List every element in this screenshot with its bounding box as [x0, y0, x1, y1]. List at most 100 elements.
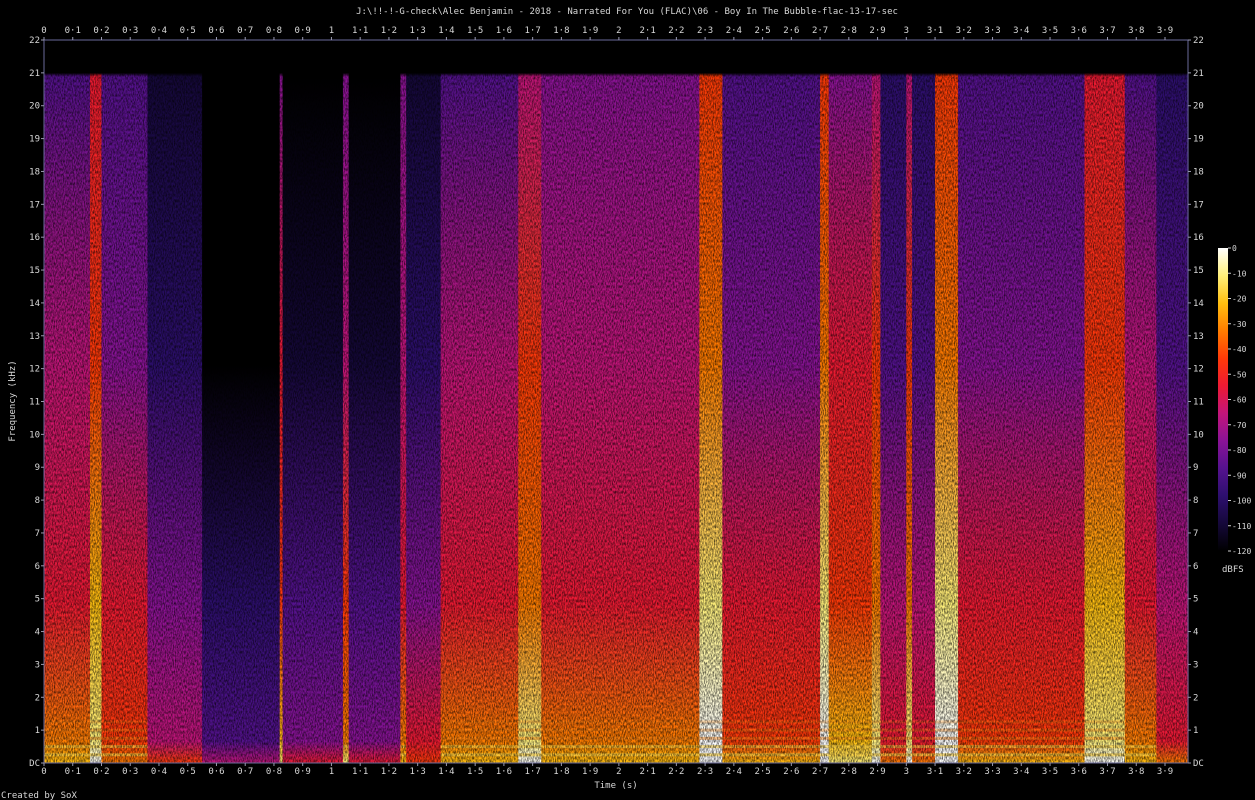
- y-tick-label: DC: [29, 759, 40, 769]
- x-tick-label: 3·7: [1099, 26, 1115, 36]
- x-tick-label: 3·5: [1042, 26, 1058, 36]
- colorbar-tick-label: -30: [1232, 320, 1247, 329]
- colorbar: 0 -10 -20 -30 -40 -50 -60 -70 -80 -90 -100 -110 -120…: [1218, 244, 1251, 575]
- x-tick-label: 0: [41, 26, 46, 36]
- colorbar-tick-label: -10: [1232, 269, 1247, 278]
- x-tick-label: 0·9: [295, 26, 311, 36]
- y-tick-label: 7: [1193, 529, 1198, 539]
- y-axis-label: Frequency (kHz): [8, 360, 18, 441]
- x-tick-label: 3·9: [1157, 26, 1173, 36]
- x-tick-label: 1·8: [553, 26, 569, 36]
- colorbar-tick-label: -70: [1232, 421, 1247, 430]
- colorbar-tick-label: -50: [1232, 370, 1247, 379]
- x-tick-label: 1·3: [410, 26, 426, 36]
- x-tick-label: 0·8: [266, 26, 282, 36]
- colorbar-gradient: [1218, 248, 1228, 551]
- x-tick-label: 1·8: [553, 767, 569, 777]
- x-tick-label: 2·5: [754, 767, 770, 777]
- x-tick-label: 0·6: [208, 767, 224, 777]
- x-tick-label: 3·2: [956, 26, 972, 36]
- x-tick-label: 1·2: [381, 767, 397, 777]
- x-tick-label: 1·1: [352, 26, 368, 36]
- x-tick-label: 1·3: [410, 767, 426, 777]
- x-tick-label: 0·1: [65, 767, 81, 777]
- y-tick-label: 21: [29, 69, 40, 79]
- y-tick-label: 1: [1193, 726, 1198, 736]
- x-tick-label: 3·4: [1013, 767, 1029, 777]
- x-tick-label: 3·6: [1071, 767, 1087, 777]
- x-tick-label: 1·7: [525, 767, 541, 777]
- x-tick-label: 2·4: [726, 26, 742, 36]
- y-tick-label: 12: [29, 365, 40, 375]
- x-tick-label: 2·9: [869, 767, 885, 777]
- x-tick-label: 3·2: [956, 767, 972, 777]
- y-tick-label: 18: [1193, 167, 1204, 177]
- x-tick-label: 3: [904, 767, 909, 777]
- y-tick-label: 5: [1193, 595, 1198, 605]
- y-tick-label: 22: [29, 36, 40, 46]
- x-tick-label: 0·8: [266, 767, 282, 777]
- y-tick-label: 17: [29, 200, 40, 210]
- footer-credit: Created by SoX: [1, 791, 77, 800]
- x-tick-label: 1·6: [496, 767, 512, 777]
- colorbar-tick-label: -40: [1232, 345, 1247, 354]
- x-tick-label: 3·8: [1128, 26, 1144, 36]
- y-tick-label: 14: [1193, 299, 1204, 309]
- x-tick-label: 0·3: [122, 26, 138, 36]
- colorbar-tick-label: -110: [1232, 522, 1251, 531]
- y-tick-label: 19: [29, 135, 40, 145]
- y-tick-label: 9: [1193, 463, 1198, 473]
- y-tick-label: 4: [35, 628, 40, 638]
- y-tick-label: 21: [1193, 69, 1204, 79]
- x-tick-label: 1: [329, 26, 334, 36]
- x-tick-label: 0·3: [122, 767, 138, 777]
- x-tick-label: 2·8: [841, 767, 857, 777]
- colorbar-tick-label: -80: [1232, 446, 1247, 455]
- y-tick-label: 10: [29, 430, 40, 440]
- x-tick-label: 3·3: [984, 26, 1000, 36]
- y-tick-label: 4: [1193, 628, 1198, 638]
- x-tick-label: 3·1: [927, 26, 943, 36]
- x-axis-label: Time (s): [594, 781, 637, 791]
- chart-title: J:\!!-!-G-check\Alec Benjamin - 2018 - N…: [356, 7, 898, 17]
- x-tick-label: 1·4: [438, 767, 454, 777]
- colorbar-tick-label: -120: [1232, 547, 1251, 556]
- x-tick-label: 1·1: [352, 767, 368, 777]
- x-tick-label: 3·5: [1042, 767, 1058, 777]
- x-tick-label: 1·4: [438, 26, 454, 36]
- x-tick-label: 1·5: [467, 767, 483, 777]
- x-tick-label: 2·6: [783, 767, 799, 777]
- colorbar-label: dBFS: [1222, 565, 1244, 575]
- y-tick-label: 9: [35, 463, 40, 473]
- x-tick-label: 0·5: [180, 26, 196, 36]
- colorbar-tick-label: -20: [1232, 295, 1247, 304]
- x-tick-label: 3·9: [1157, 767, 1173, 777]
- y-tick-label: 2: [1193, 693, 1198, 703]
- y-tick-label: 3: [1193, 660, 1198, 670]
- x-tick-label: 0·1: [65, 26, 81, 36]
- x-tick-label: 2·1: [639, 767, 655, 777]
- colorbar-tick-label: -60: [1232, 396, 1247, 405]
- x-tick-label: 0·5: [180, 767, 196, 777]
- y-tick-label: 5: [35, 595, 40, 605]
- y-tick-label: 12: [1193, 365, 1204, 375]
- x-tick-label: 2·7: [812, 26, 828, 36]
- x-tick-label: 3·6: [1071, 26, 1087, 36]
- y-tick-label: 18: [29, 167, 40, 177]
- x-tick-label: 3·4: [1013, 26, 1029, 36]
- x-tick-label: 1: [329, 767, 334, 777]
- x-tick-label: 1·6: [496, 26, 512, 36]
- x-tick-label: 3·3: [984, 767, 1000, 777]
- y-tick-label: 8: [1193, 496, 1198, 506]
- x-tick-label: 3: [904, 26, 909, 36]
- y-tick-label: 15: [1193, 266, 1204, 276]
- y-tick-label: 1: [35, 726, 40, 736]
- y-tick-label: 22: [1193, 36, 1204, 46]
- x-tick-label: 1·9: [582, 26, 598, 36]
- y-tick-label: 7: [35, 529, 40, 539]
- x-tick-label: 0·2: [93, 767, 109, 777]
- x-tick-label: 0·6: [208, 26, 224, 36]
- x-tick-label: 2·3: [697, 26, 713, 36]
- y-tick-label: DC: [1193, 759, 1204, 769]
- x-tick-label: 2·9: [869, 26, 885, 36]
